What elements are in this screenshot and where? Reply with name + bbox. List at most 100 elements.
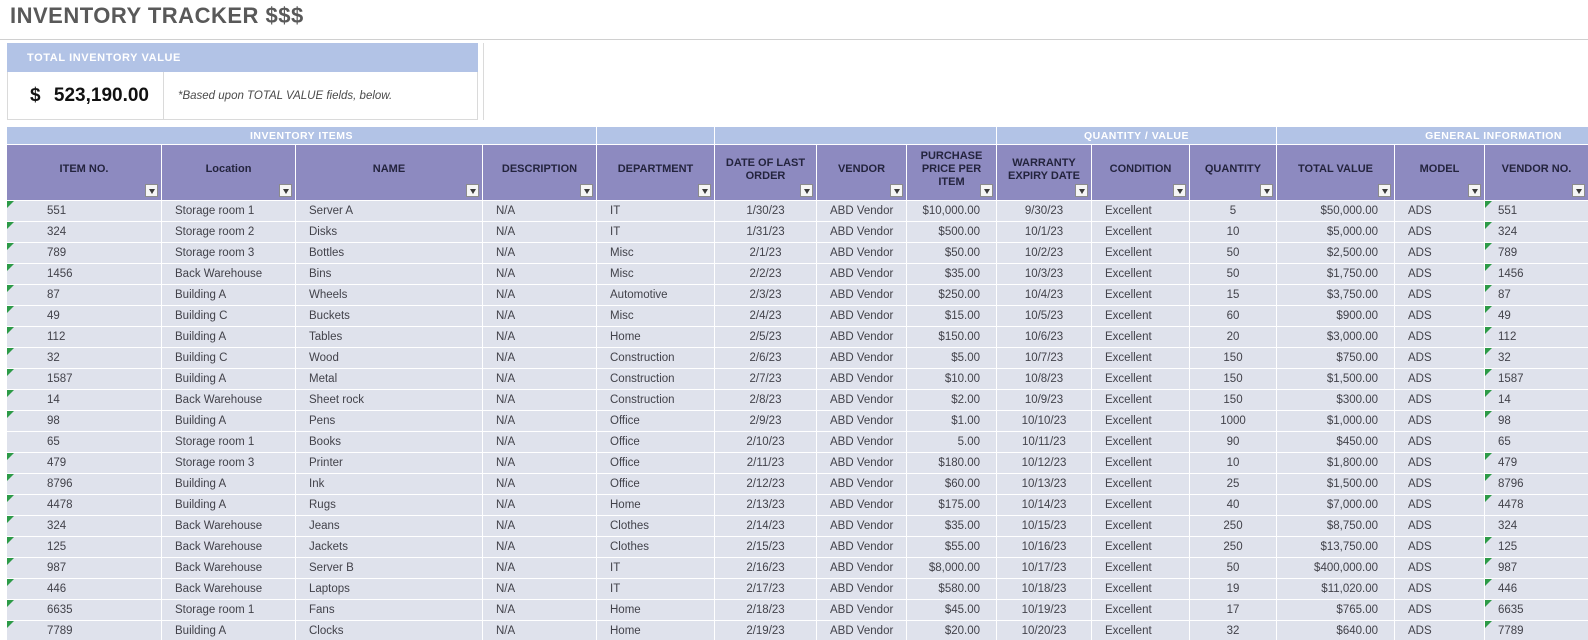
cell-description[interactable]: N/A bbox=[483, 264, 597, 284]
cell-vendor-no[interactable]: 789 bbox=[1485, 243, 1588, 263]
cell-purchase-price-per-item[interactable]: $15.00 bbox=[907, 306, 997, 326]
cell-condition[interactable]: Excellent bbox=[1092, 201, 1190, 221]
cell-condition[interactable]: Excellent bbox=[1092, 243, 1190, 263]
cell-vendor-no[interactable]: 32 bbox=[1485, 348, 1588, 368]
cell-name[interactable]: Wheels bbox=[296, 285, 483, 305]
cell-item-no[interactable]: 65 bbox=[7, 432, 162, 452]
cell-warranty-expiry-date[interactable]: 9/30/23 bbox=[997, 201, 1092, 221]
cell-name[interactable]: Clocks bbox=[296, 621, 483, 640]
cell-model[interactable]: ADS bbox=[1395, 474, 1485, 494]
filter-button[interactable] bbox=[1468, 184, 1481, 197]
cell-warranty-expiry-date[interactable]: 10/5/23 bbox=[997, 306, 1092, 326]
cell-date-of-last-order[interactable]: 2/17/23 bbox=[715, 579, 817, 599]
cell-description[interactable]: N/A bbox=[483, 516, 597, 536]
cell-purchase-price-per-item[interactable]: 5.00 bbox=[907, 432, 997, 452]
cell-vendor-no[interactable]: 1456 bbox=[1485, 264, 1588, 284]
cell-total-value[interactable]: $400,000.00 bbox=[1277, 558, 1395, 578]
cell-quantity[interactable]: 19 bbox=[1190, 579, 1277, 599]
cell-date-of-last-order[interactable]: 2/11/23 bbox=[715, 453, 817, 473]
cell-quantity[interactable]: 60 bbox=[1190, 306, 1277, 326]
cell-vendor[interactable]: ABD Vendor bbox=[817, 348, 907, 368]
cell-warranty-expiry-date[interactable]: 10/13/23 bbox=[997, 474, 1092, 494]
cell-total-value[interactable]: $750.00 bbox=[1277, 348, 1395, 368]
column-header-total-value[interactable]: TOTAL VALUE bbox=[1277, 145, 1395, 200]
cell-warranty-expiry-date[interactable]: 10/14/23 bbox=[997, 495, 1092, 515]
cell-name[interactable]: Printer bbox=[296, 453, 483, 473]
cell-department[interactable]: Construction bbox=[597, 369, 715, 389]
cell-vendor-no[interactable]: 8796 bbox=[1485, 474, 1588, 494]
cell-condition[interactable]: Excellent bbox=[1092, 474, 1190, 494]
cell-vendor[interactable]: ABD Vendor bbox=[817, 264, 907, 284]
cell-department[interactable]: Automotive bbox=[597, 285, 715, 305]
cell-model[interactable]: ADS bbox=[1395, 243, 1485, 263]
cell-location[interactable]: Storage room 2 bbox=[162, 222, 296, 242]
cell-model[interactable]: ADS bbox=[1395, 390, 1485, 410]
filter-button[interactable] bbox=[466, 184, 479, 197]
cell-name[interactable]: Books bbox=[296, 432, 483, 452]
cell-purchase-price-per-item[interactable]: $180.00 bbox=[907, 453, 997, 473]
cell-purchase-price-per-item[interactable]: $250.00 bbox=[907, 285, 997, 305]
column-header-location[interactable]: Location bbox=[162, 145, 296, 200]
cell-description[interactable]: N/A bbox=[483, 222, 597, 242]
cell-quantity[interactable]: 50 bbox=[1190, 558, 1277, 578]
cell-date-of-last-order[interactable]: 2/19/23 bbox=[715, 621, 817, 640]
cell-purchase-price-per-item[interactable]: $20.00 bbox=[907, 621, 997, 640]
cell-warranty-expiry-date[interactable]: 10/17/23 bbox=[997, 558, 1092, 578]
cell-location[interactable]: Storage room 3 bbox=[162, 453, 296, 473]
cell-department[interactable]: Misc bbox=[597, 243, 715, 263]
cell-department[interactable]: IT bbox=[597, 222, 715, 242]
cell-warranty-expiry-date[interactable]: 10/18/23 bbox=[997, 579, 1092, 599]
cell-condition[interactable]: Excellent bbox=[1092, 432, 1190, 452]
cell-date-of-last-order[interactable]: 2/12/23 bbox=[715, 474, 817, 494]
cell-vendor[interactable]: ABD Vendor bbox=[817, 327, 907, 347]
cell-purchase-price-per-item[interactable]: $35.00 bbox=[907, 264, 997, 284]
filter-button[interactable] bbox=[145, 184, 158, 197]
cell-warranty-expiry-date[interactable]: 10/7/23 bbox=[997, 348, 1092, 368]
cell-name[interactable]: Tables bbox=[296, 327, 483, 347]
cell-model[interactable]: ADS bbox=[1395, 201, 1485, 221]
cell-purchase-price-per-item[interactable]: $500.00 bbox=[907, 222, 997, 242]
cell-department[interactable]: Misc bbox=[597, 264, 715, 284]
cell-condition[interactable]: Excellent bbox=[1092, 306, 1190, 326]
cell-vendor[interactable]: ABD Vendor bbox=[817, 243, 907, 263]
cell-item-no[interactable]: 1587 bbox=[7, 369, 162, 389]
cell-department[interactable]: Office bbox=[597, 453, 715, 473]
cell-purchase-price-per-item[interactable]: $10,000.00 bbox=[907, 201, 997, 221]
cell-description[interactable]: N/A bbox=[483, 390, 597, 410]
cell-description[interactable]: N/A bbox=[483, 327, 597, 347]
cell-item-no[interactable]: 7789 bbox=[7, 621, 162, 640]
cell-department[interactable]: Clothes bbox=[597, 537, 715, 557]
cell-location[interactable]: Back Warehouse bbox=[162, 558, 296, 578]
cell-purchase-price-per-item[interactable]: $150.00 bbox=[907, 327, 997, 347]
cell-department[interactable]: Office bbox=[597, 432, 715, 452]
column-header-item-no[interactable]: ITEM NO. bbox=[7, 145, 162, 200]
cell-date-of-last-order[interactable]: 2/5/23 bbox=[715, 327, 817, 347]
column-header-vendor[interactable]: VENDOR bbox=[817, 145, 907, 200]
cell-department[interactable]: Office bbox=[597, 474, 715, 494]
cell-quantity[interactable]: 40 bbox=[1190, 495, 1277, 515]
cell-name[interactable]: Rugs bbox=[296, 495, 483, 515]
cell-vendor-no[interactable]: 125 bbox=[1485, 537, 1588, 557]
cell-item-no[interactable]: 479 bbox=[7, 453, 162, 473]
cell-vendor-no[interactable]: 87 bbox=[1485, 285, 1588, 305]
cell-warranty-expiry-date[interactable]: 10/1/23 bbox=[997, 222, 1092, 242]
cell-item-no[interactable]: 87 bbox=[7, 285, 162, 305]
cell-department[interactable]: Home bbox=[597, 600, 715, 620]
cell-warranty-expiry-date[interactable]: 10/8/23 bbox=[997, 369, 1092, 389]
cell-description[interactable]: N/A bbox=[483, 201, 597, 221]
cell-name[interactable]: Pens bbox=[296, 411, 483, 431]
cell-vendor[interactable]: ABD Vendor bbox=[817, 390, 907, 410]
cell-vendor[interactable]: ABD Vendor bbox=[817, 537, 907, 557]
cell-description[interactable]: N/A bbox=[483, 243, 597, 263]
cell-date-of-last-order[interactable]: 1/30/23 bbox=[715, 201, 817, 221]
cell-name[interactable]: Bottles bbox=[296, 243, 483, 263]
cell-warranty-expiry-date[interactable]: 10/20/23 bbox=[997, 621, 1092, 640]
column-header-purchase-price-per-item[interactable]: PURCHASE PRICE PER ITEM bbox=[907, 145, 997, 200]
cell-total-value[interactable]: $50,000.00 bbox=[1277, 201, 1395, 221]
cell-total-value[interactable]: $1,750.00 bbox=[1277, 264, 1395, 284]
cell-name[interactable]: Wood bbox=[296, 348, 483, 368]
cell-vendor[interactable]: ABD Vendor bbox=[817, 516, 907, 536]
cell-item-no[interactable]: 446 bbox=[7, 579, 162, 599]
cell-quantity[interactable]: 15 bbox=[1190, 285, 1277, 305]
cell-quantity[interactable]: 5 bbox=[1190, 201, 1277, 221]
